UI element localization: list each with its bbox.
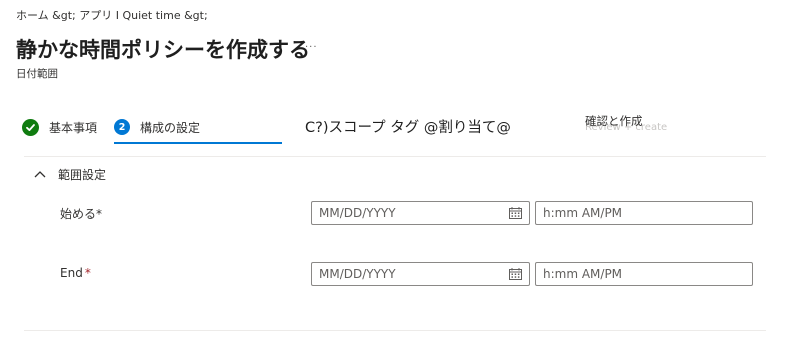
section-title: 範囲設定 (58, 167, 107, 182)
required-mark: * (84, 266, 91, 280)
start-label: 始める* (60, 205, 104, 222)
divider (24, 156, 766, 157)
wizard-step-basics[interactable]: 基本事項 (22, 116, 97, 138)
divider (24, 330, 766, 331)
start-label-text: 始める* (60, 207, 103, 221)
calendar-icon[interactable] (509, 207, 522, 219)
breadcrumb[interactable]: ホーム &gt; アプリ I Quiet time &gt; (16, 7, 208, 23)
end-label-text: End (60, 266, 83, 280)
page-subtitle: 日付範囲 (16, 68, 58, 80)
calendar-icon[interactable] (509, 268, 522, 280)
wizard-step-scope-assignments[interactable]: C?)スコープ タグ @割り当て@ (305, 116, 511, 138)
page: ホーム &gt; アプリ I Quiet time &gt; 静かな時間ポリシー… (0, 0, 790, 356)
section-toggle[interactable]: 範囲設定 (34, 165, 106, 183)
chevron-up-icon (34, 170, 46, 178)
page-title: 静かな時間ポリシーを作成する (16, 38, 310, 62)
end-label: End * (60, 266, 91, 280)
checkmark-icon (22, 118, 39, 136)
start-time-input[interactable]: h:mm AM/PM (535, 201, 753, 225)
wizard-step-review-create[interactable]: 確認と作成 (585, 113, 643, 135)
wizard-step-label: 基本事項 (49, 120, 98, 135)
end-date-input[interactable]: MM/DD/YYYY (311, 262, 530, 286)
end-date-placeholder: MM/DD/YYYY (319, 267, 396, 281)
active-step-indicator (114, 142, 282, 144)
start-date-input[interactable]: MM/DD/YYYY (311, 201, 530, 225)
wizard-step-label: 構成の設定 (140, 120, 201, 135)
more-options-icon[interactable]: ··· (305, 42, 318, 53)
end-time-placeholder: h:mm AM/PM (543, 267, 623, 281)
step-number-badge: 2 (114, 119, 130, 135)
wizard-step-configuration[interactable]: 2 構成の設定 (114, 116, 200, 138)
start-time-placeholder: h:mm AM/PM (543, 206, 623, 220)
start-date-placeholder: MM/DD/YYYY (319, 206, 396, 220)
end-time-input[interactable]: h:mm AM/PM (535, 262, 753, 286)
